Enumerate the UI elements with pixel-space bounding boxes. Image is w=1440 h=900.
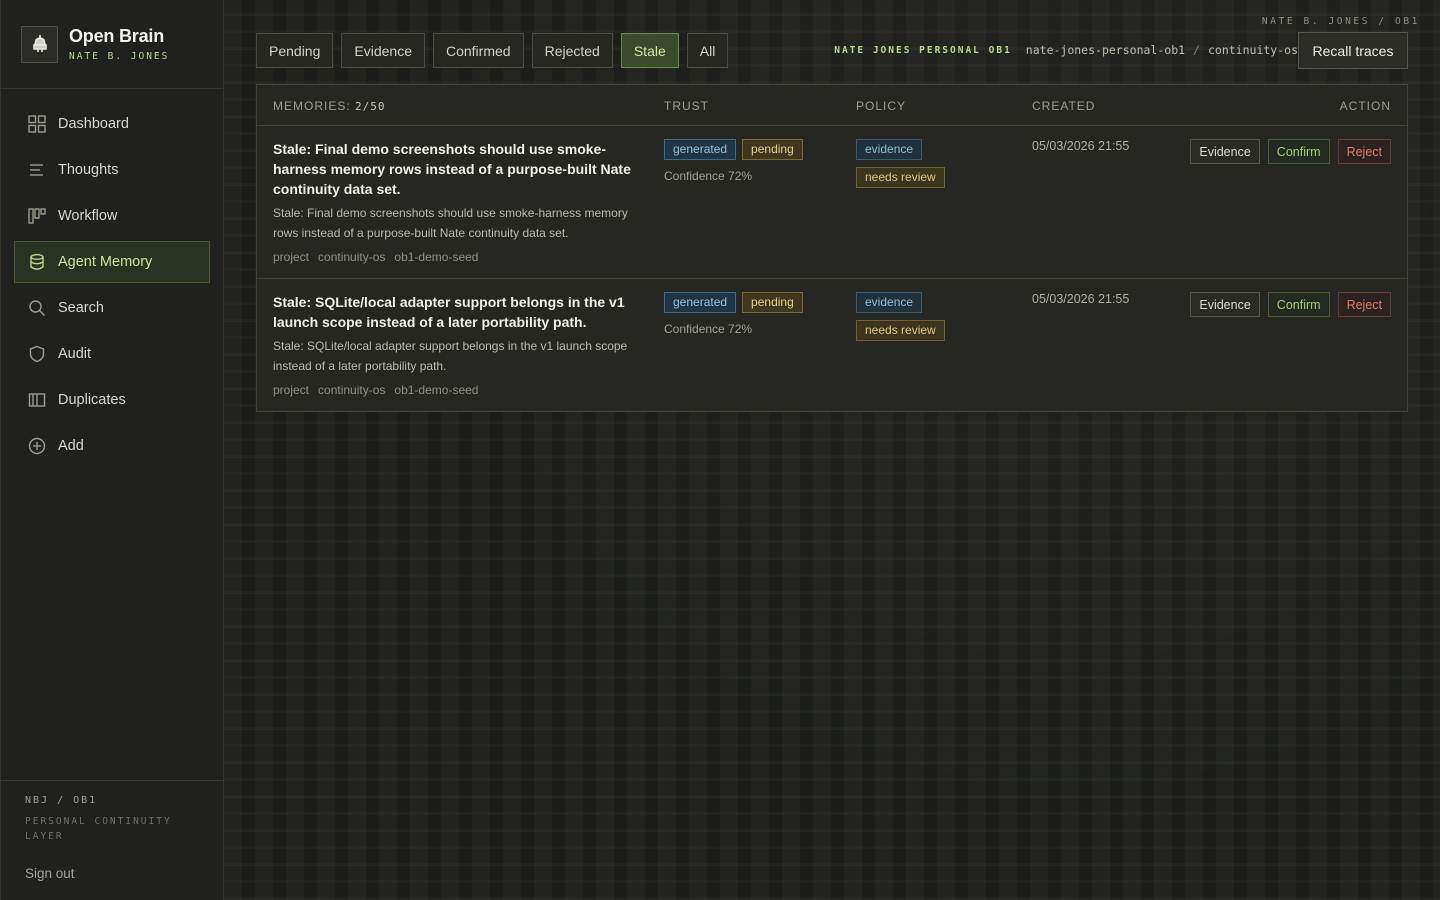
table-row[interactable]: Stale: Final demo screenshots should use… <box>257 126 1407 279</box>
confirm-button[interactable]: Confirm <box>1267 292 1330 317</box>
generated-badge: generated <box>664 139 737 160</box>
reject-button[interactable]: Reject <box>1337 292 1391 317</box>
sidebar-nav: Dashboard Thoughts Workflow Agent Memory… <box>1 89 223 467</box>
book-icon <box>27 390 47 410</box>
column-created: CREATED <box>1032 99 1096 113</box>
scope-breadcrumb: NATE JONES PERSONAL OB1 nate-jones-perso… <box>834 43 1298 57</box>
memories-label: MEMORIES: <box>273 99 351 113</box>
sidebar-footer: NBJ / OB1 PERSONAL CONTINUITY LAYER Sign… <box>1 780 223 900</box>
sidebar-item-label: Audit <box>58 346 92 362</box>
confidence-value: Confidence 72% <box>664 322 753 336</box>
memory-tags: project continuity-os ob1-demo-seed <box>273 250 478 264</box>
memories-table: MEMORIES: 2/50 TRUST POLICY CREATED ACTI… <box>256 84 1408 412</box>
tab-confirmed[interactable]: Confirmed <box>432 33 524 68</box>
brain-logo-icon <box>21 25 58 63</box>
recall-traces-button[interactable]: Recall traces <box>1298 32 1408 69</box>
app-owner: NATE B. JONES <box>69 51 170 62</box>
memory-title: Stale: SQLite/local adapter support belo… <box>273 294 625 330</box>
table-row[interactable]: Stale: SQLite/local adapter support belo… <box>257 279 1407 411</box>
database-icon <box>27 252 47 272</box>
workspace-code: NBJ / OB1 <box>25 795 98 806</box>
sign-out-link[interactable]: Sign out <box>25 866 199 881</box>
evidence-badge: evidence <box>856 292 923 313</box>
row-actions: Evidence Confirm Reject <box>1190 292 1391 317</box>
policy-cell: evidence needs review <box>856 292 945 348</box>
workspace-description: PERSONAL CONTINUITY LAYER <box>25 816 172 842</box>
sidebar-item-label: Thoughts <box>58 162 119 178</box>
memory-description: Stale: Final demo screenshots should use… <box>273 206 628 240</box>
sidebar-item-thoughts[interactable]: Thoughts <box>14 149 210 191</box>
shield-icon <box>27 344 47 364</box>
sidebar-item-label: Duplicates <box>58 392 126 408</box>
memories-count: 2/50 <box>355 100 386 113</box>
pending-badge: pending <box>742 139 803 160</box>
sidebar: Open Brain NATE B. JONES Dashboard Thoug… <box>0 0 224 900</box>
scope-separator: / <box>1193 43 1200 57</box>
tab-evidence[interactable]: Evidence <box>341 33 425 68</box>
column-policy: POLICY <box>856 99 907 113</box>
tab-rejected[interactable]: Rejected <box>531 33 613 68</box>
row-actions: Evidence Confirm Reject <box>1190 139 1391 164</box>
policy-cell: evidence needs review <box>856 139 945 195</box>
sidebar-item-search[interactable]: Search <box>14 287 210 329</box>
sidebar-item-label: Agent Memory <box>58 254 153 270</box>
column-action: ACTION <box>1339 99 1391 113</box>
confidence-value: Confidence 72% <box>664 169 753 183</box>
needs-review-badge: needs review <box>856 320 945 341</box>
evidence-button[interactable]: Evidence <box>1190 139 1260 164</box>
brand[interactable]: Open Brain NATE B. JONES <box>1 0 223 89</box>
tab-all[interactable]: All <box>686 33 729 68</box>
sidebar-item-label: Search <box>58 300 104 316</box>
tag[interactable]: continuity-os <box>318 250 385 264</box>
sidebar-item-label: Add <box>58 438 84 454</box>
evidence-badge: evidence <box>856 139 923 160</box>
trust-cell: generated pending Confidence 72% <box>664 292 803 336</box>
memory-tags: project continuity-os ob1-demo-seed <box>273 383 478 397</box>
generated-badge: generated <box>664 292 737 313</box>
scope-path-workspace[interactable]: nate-jones-personal-ob1 <box>1026 43 1185 57</box>
reject-button[interactable]: Reject <box>1337 139 1391 164</box>
search-icon <box>27 298 47 318</box>
memories-count-header: MEMORIES: 2/50 <box>273 99 386 113</box>
user-workspace-id: NATE B. JONES / OB1 <box>1261 16 1420 27</box>
app-name: Open Brain <box>69 26 165 46</box>
confirm-button[interactable]: Confirm <box>1267 139 1330 164</box>
tag[interactable]: ob1-demo-seed <box>394 383 478 397</box>
plus-circle-icon <box>27 436 47 456</box>
tag[interactable]: continuity-os <box>318 383 385 397</box>
created-timestamp: 05/03/2026 21:55 <box>1032 292 1130 306</box>
table-header: MEMORIES: 2/50 TRUST POLICY CREATED ACTI… <box>257 85 1407 126</box>
scope-path-project[interactable]: continuity-os <box>1208 43 1298 57</box>
sidebar-item-agent-memory[interactable]: Agent Memory <box>14 241 210 283</box>
sidebar-item-duplicates[interactable]: Duplicates <box>14 379 210 421</box>
tag[interactable]: ob1-demo-seed <box>394 250 478 264</box>
memory-description: Stale: SQLite/local adapter support belo… <box>273 339 628 373</box>
filter-tabs: Pending Evidence Confirmed Rejected Stal… <box>256 33 729 68</box>
column-trust: TRUST <box>664 99 709 113</box>
sidebar-item-workflow[interactable]: Workflow <box>14 195 210 237</box>
sidebar-item-dashboard[interactable]: Dashboard <box>14 103 210 145</box>
tab-stale[interactable]: Stale <box>620 33 679 68</box>
created-timestamp: 05/03/2026 21:55 <box>1032 139 1130 153</box>
evidence-button[interactable]: Evidence <box>1190 292 1260 317</box>
memory-title: Stale: Final demo screenshots should use… <box>273 141 631 197</box>
columns-icon <box>27 206 47 226</box>
tab-pending[interactable]: Pending <box>256 33 334 68</box>
tag[interactable]: project <box>273 250 309 264</box>
sidebar-item-add[interactable]: Add <box>14 425 210 467</box>
sidebar-item-audit[interactable]: Audit <box>14 333 210 375</box>
needs-review-badge: needs review <box>856 167 945 188</box>
sidebar-item-label: Workflow <box>58 208 118 224</box>
scope-tag: NATE JONES PERSONAL OB1 <box>834 44 1012 56</box>
tag[interactable]: project <box>273 383 309 397</box>
list-icon <box>27 160 47 180</box>
trust-cell: generated pending Confidence 72% <box>664 139 803 183</box>
pending-badge: pending <box>742 292 803 313</box>
sidebar-item-label: Dashboard <box>58 116 129 132</box>
grid-icon <box>27 114 47 134</box>
